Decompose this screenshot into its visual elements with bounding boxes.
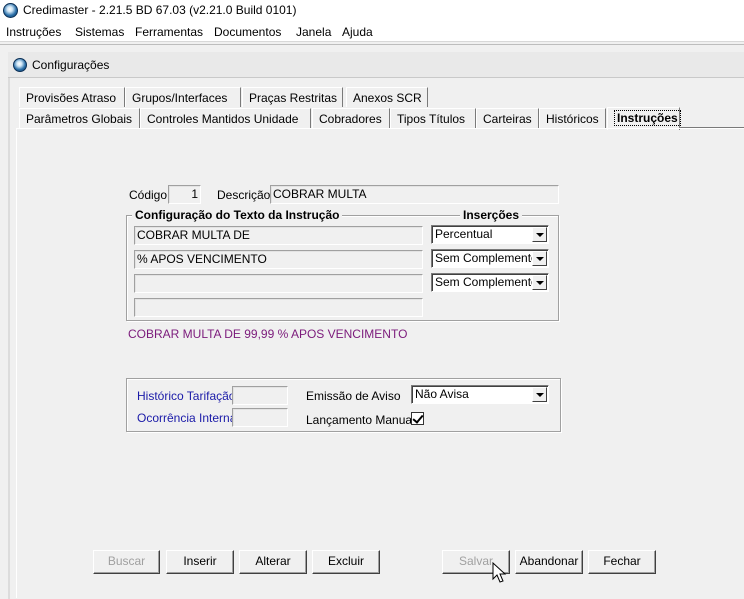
tab-label: Carteiras	[483, 112, 532, 126]
tab-label: Controles Mantidos Unidade	[147, 112, 299, 126]
alterar-button[interactable]: Alterar	[239, 550, 307, 574]
app-titlebar: Credimaster - 2.21.5 BD 67.03 (v2.21.0 B…	[0, 0, 744, 22]
tab-label: Provisões Atraso	[26, 91, 117, 105]
tab-historicos[interactable]: Históricos	[539, 108, 606, 128]
texto-linha-3[interactable]	[134, 274, 423, 293]
descricao-field[interactable]: COBRAR MULTA	[270, 185, 559, 204]
emissao-aviso-label: Emissão de Aviso	[306, 389, 401, 403]
emissao-aviso-value: Não Avisa	[415, 387, 469, 401]
ocorrencia-interna-field[interactable]	[232, 408, 288, 427]
descricao-label: Descrição	[217, 188, 271, 202]
config-texto-caption: Configuração do Texto da Instrução	[132, 208, 343, 222]
menu-ajuda[interactable]: Ajuda	[342, 25, 373, 39]
tab-label: Tipos Títulos	[397, 112, 466, 126]
insercao-value: Sem Complemento	[435, 251, 538, 265]
child-title: Configurações	[32, 58, 110, 72]
ocorrencia-interna-label: Ocorrência Interna	[137, 411, 237, 425]
app-globe-icon	[3, 3, 18, 18]
insercao-value: Sem Complemento	[435, 275, 538, 289]
inserir-button[interactable]: Inserir	[166, 550, 234, 574]
insercoes-caption: Inserções	[460, 208, 523, 222]
fechar-button[interactable]: Fechar	[588, 550, 656, 574]
app-title: Credimaster - 2.21.5 BD 67.03 (v2.21.0 B…	[23, 3, 297, 17]
lancamento-manual-checkbox[interactable]	[411, 412, 424, 425]
tab-grupos-interfaces[interactable]: Grupos/Interfaces	[125, 87, 241, 107]
menu-sistemas[interactable]: Sistemas	[75, 25, 124, 39]
codigo-field[interactable]: 1	[168, 185, 201, 204]
tab-label: Parâmetros Globais	[26, 112, 133, 126]
tab-label: Praças Restritas	[249, 91, 338, 105]
menu-documentos[interactable]: Documentos	[214, 25, 281, 39]
tab-tipos-titulos[interactable]: Tipos Títulos	[390, 108, 476, 128]
texto-linha-4[interactable]	[134, 298, 423, 317]
insercao-value: Percentual	[435, 227, 493, 241]
mouse-cursor-icon	[492, 562, 507, 583]
buscar-button[interactable]: Buscar	[93, 550, 160, 574]
tab-cobradores[interactable]: Cobradores	[312, 108, 390, 128]
menu-janela[interactable]: Janela	[296, 25, 331, 39]
child-titlebar: Configurações	[8, 52, 744, 78]
chevron-down-icon[interactable]	[532, 251, 547, 266]
historico-tarifacao-field[interactable]	[232, 386, 288, 405]
insercao-select-3[interactable]: Sem Complemento	[431, 273, 549, 292]
tab-label: Anexos SCR	[353, 91, 422, 105]
texto-linha-2[interactable]: % APOS VENCIMENTO	[134, 250, 423, 269]
abandonar-button[interactable]: Abandonar	[515, 550, 583, 574]
historico-tarifacao-label: Histórico Tarifação	[137, 389, 236, 403]
menu-ferramentas[interactable]: Ferramentas	[135, 25, 203, 39]
chevron-down-icon[interactable]	[532, 387, 547, 402]
tab-pracas-restritas[interactable]: Praças Restritas	[242, 87, 343, 107]
tab-parametros-globais[interactable]: Parâmetros Globais	[19, 108, 140, 128]
tab-provisoes-atraso[interactable]: Provisões Atraso	[19, 87, 125, 107]
chevron-down-icon[interactable]	[532, 227, 547, 242]
instrucao-preview: COBRAR MULTA DE 99,99 % APOS VENCIMENTO	[128, 327, 408, 341]
tab-label: Cobradores	[319, 112, 382, 126]
menu-bar: Instruções Sistemas Ferramentas Document…	[0, 22, 744, 42]
lancamento-manual-label: Lançamento Manual	[306, 413, 415, 427]
codigo-label: Código	[129, 188, 168, 202]
excluir-button[interactable]: Excluir	[312, 550, 380, 574]
tab-anexos-scr[interactable]: Anexos SCR	[346, 87, 428, 107]
tab-label: Históricos	[546, 112, 599, 126]
menu-instrucoes[interactable]: Instruções	[6, 25, 61, 39]
insercao-select-2[interactable]: Sem Complemento	[431, 249, 549, 268]
tab-label: Instruções	[614, 110, 681, 126]
child-globe-icon	[13, 58, 27, 72]
chevron-down-icon[interactable]	[532, 275, 547, 290]
texto-linha-1[interactable]: COBRAR MULTA DE	[134, 226, 423, 245]
tab-label: Grupos/Interfaces	[132, 91, 228, 105]
insercao-select-1[interactable]: Percentual	[431, 225, 549, 244]
tab-controles-mantidos-unidade[interactable]: Controles Mantidos Unidade	[140, 108, 311, 128]
tab-instrucoes[interactable]: Instruções	[607, 107, 681, 130]
tab-carteiras[interactable]: Carteiras	[476, 108, 539, 128]
emissao-aviso-select[interactable]: Não Avisa	[411, 385, 549, 404]
child-frame-edge	[8, 78, 10, 599]
